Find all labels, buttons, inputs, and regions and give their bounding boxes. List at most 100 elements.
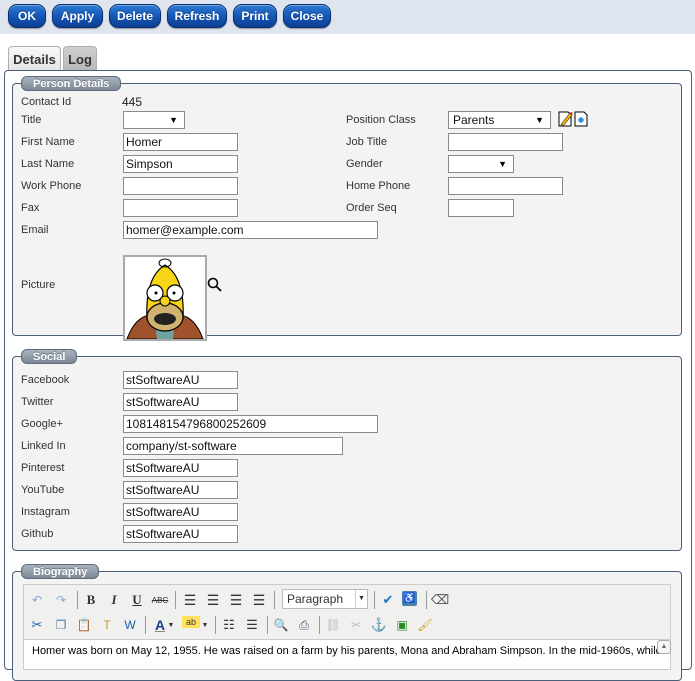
preview-icon[interactable]: 🔍 [272,616,290,634]
github-input[interactable]: stSoftwareAU [123,525,238,543]
chevron-down-icon: ▼ [355,590,367,608]
chevron-down-icon: ▼ [169,115,178,125]
align-left-icon[interactable]: ☰ [181,591,199,609]
chevron-down-icon[interactable]: ▼ [201,616,209,634]
unlink-icon[interactable]: ✂ [347,616,365,634]
toolbar-separator [426,591,427,609]
tab-log[interactable]: Log [63,46,97,71]
title-select[interactable]: ▼ [123,111,185,129]
biography-editor[interactable]: Homer was born on May 12, 1955. He was r… [23,640,671,670]
toolbar-separator [145,616,146,634]
fax-input[interactable] [123,199,238,217]
edit-icon[interactable] [558,111,573,127]
underline-icon[interactable]: U [128,591,146,609]
linkedin-label: Linked In [21,440,66,452]
spellcheck-icon[interactable]: ✔ [379,591,397,609]
close-button[interactable]: Close [283,4,331,28]
toolbar-separator [215,616,216,634]
first-name-label: First Name [21,136,75,148]
job-title-label: Job Title [346,136,387,148]
ok-button[interactable]: OK [8,4,46,28]
order-seq-input[interactable] [448,199,514,217]
bold-icon[interactable]: B [82,591,100,609]
pinterest-input[interactable]: stSoftwareAU [123,459,238,477]
copy-icon[interactable]: ❐ [52,616,70,634]
image-icon[interactable]: ▣ [393,616,411,634]
job-title-input[interactable] [448,133,563,151]
gender-label: Gender [346,158,383,170]
biography-text: Homer was born on May 12, 1955. He was r… [32,645,662,657]
anchor-icon[interactable]: ⚓ [370,616,388,634]
delete-button[interactable]: Delete [109,4,161,28]
format-select[interactable]: Paragraph ▼ [282,589,368,609]
cut-icon[interactable]: ✂ [28,616,46,634]
youtube-input[interactable]: stSoftwareAU [123,481,238,499]
print-button[interactable]: Print [233,4,277,28]
magnifier-icon[interactable] [207,277,223,293]
email-input[interactable]: homer@example.com [123,221,378,239]
work-phone-label: Work Phone [21,180,82,192]
chevron-down-icon: ▼ [535,115,544,125]
picture-label: Picture [21,279,56,291]
social-fieldset: Social Facebook stSoftwareAU Twitter stS… [12,349,682,551]
work-phone-input[interactable] [123,177,238,195]
eraser-icon[interactable]: ⌫ [431,591,449,609]
pinterest-label: Pinterest [21,462,65,474]
title-label: Title [21,114,42,126]
link-icon[interactable]: ⛓ [324,616,342,634]
instagram-label: Instagram [21,506,70,518]
toolbar-separator [274,591,275,609]
strikethrough-icon[interactable]: ABC [151,591,169,609]
undo-icon[interactable]: ↶ [28,591,46,609]
facebook-input[interactable]: stSoftwareAU [123,371,238,389]
gender-select[interactable]: ▼ [448,155,514,173]
bullet-list-icon[interactable]: ☷ [220,616,238,634]
numbered-list-icon[interactable]: ☰ [243,616,261,634]
instagram-input[interactable]: stSoftwareAU [123,503,238,521]
scroll-up-icon[interactable]: ▲ [657,640,671,654]
new-document-icon[interactable] [574,111,589,127]
email-label: Email [21,224,49,236]
chevron-down-icon: ▼ [498,159,507,169]
cleanup-brush-icon[interactable]: 🖌 [416,616,434,634]
apply-button[interactable]: Apply [52,4,103,28]
social-legend: Social [21,349,78,364]
last-name-input[interactable]: Simpson [123,155,238,173]
person-details-legend: Person Details [21,76,122,91]
position-class-label: Position Class [346,114,416,126]
contact-picture[interactable] [123,255,207,341]
align-justify-icon[interactable]: ☰ [250,591,268,609]
first-name-input[interactable]: Homer [123,133,238,151]
position-class-select[interactable]: Parents ▼ [448,111,551,129]
highlight-color-icon[interactable]: ab [182,616,200,628]
position-class-value: Parents [453,113,495,127]
twitter-input[interactable]: stSoftwareAU [123,393,238,411]
paste-icon[interactable]: 📋 [75,616,93,634]
homer-avatar-image [125,257,205,339]
youtube-label: YouTube [21,484,65,496]
paste-word-icon[interactable]: W [121,616,139,634]
linkedin-input[interactable]: company/st-software [123,437,343,455]
contact-id-label: Contact Id [21,96,72,108]
refresh-button[interactable]: Refresh [167,4,227,28]
home-phone-input[interactable] [448,177,563,195]
google-plus-label: Google+ [21,418,63,430]
google-plus-input[interactable]: 108148154796800252609 [123,415,378,433]
twitter-label: Twitter [21,396,54,408]
format-select-value: Paragraph [287,592,344,606]
toolbar-separator [267,616,268,634]
contact-id-value: 445 [122,95,143,109]
italic-icon[interactable]: I [105,591,123,609]
facebook-label: Facebook [21,374,70,386]
action-toolbar: OK Apply Delete Refresh Print Close [0,0,695,34]
rich-text-toolbar: ↶ ↷ B I U ABC ☰ ☰ ☰ ☰ Paragraph ▼ ✔ ♿ ⌫ … [23,584,671,640]
redo-icon[interactable]: ↷ [52,591,70,609]
tab-details[interactable]: Details [8,46,61,71]
align-right-icon[interactable]: ☰ [227,591,245,609]
accessibility-icon[interactable]: ♿ [402,591,417,606]
chevron-down-icon[interactable]: ▼ [167,616,175,634]
fax-label: Fax [21,202,40,214]
paste-text-icon[interactable]: T [98,616,116,634]
print-icon[interactable]: ⎙ [295,616,313,634]
align-center-icon[interactable]: ☰ [204,591,222,609]
